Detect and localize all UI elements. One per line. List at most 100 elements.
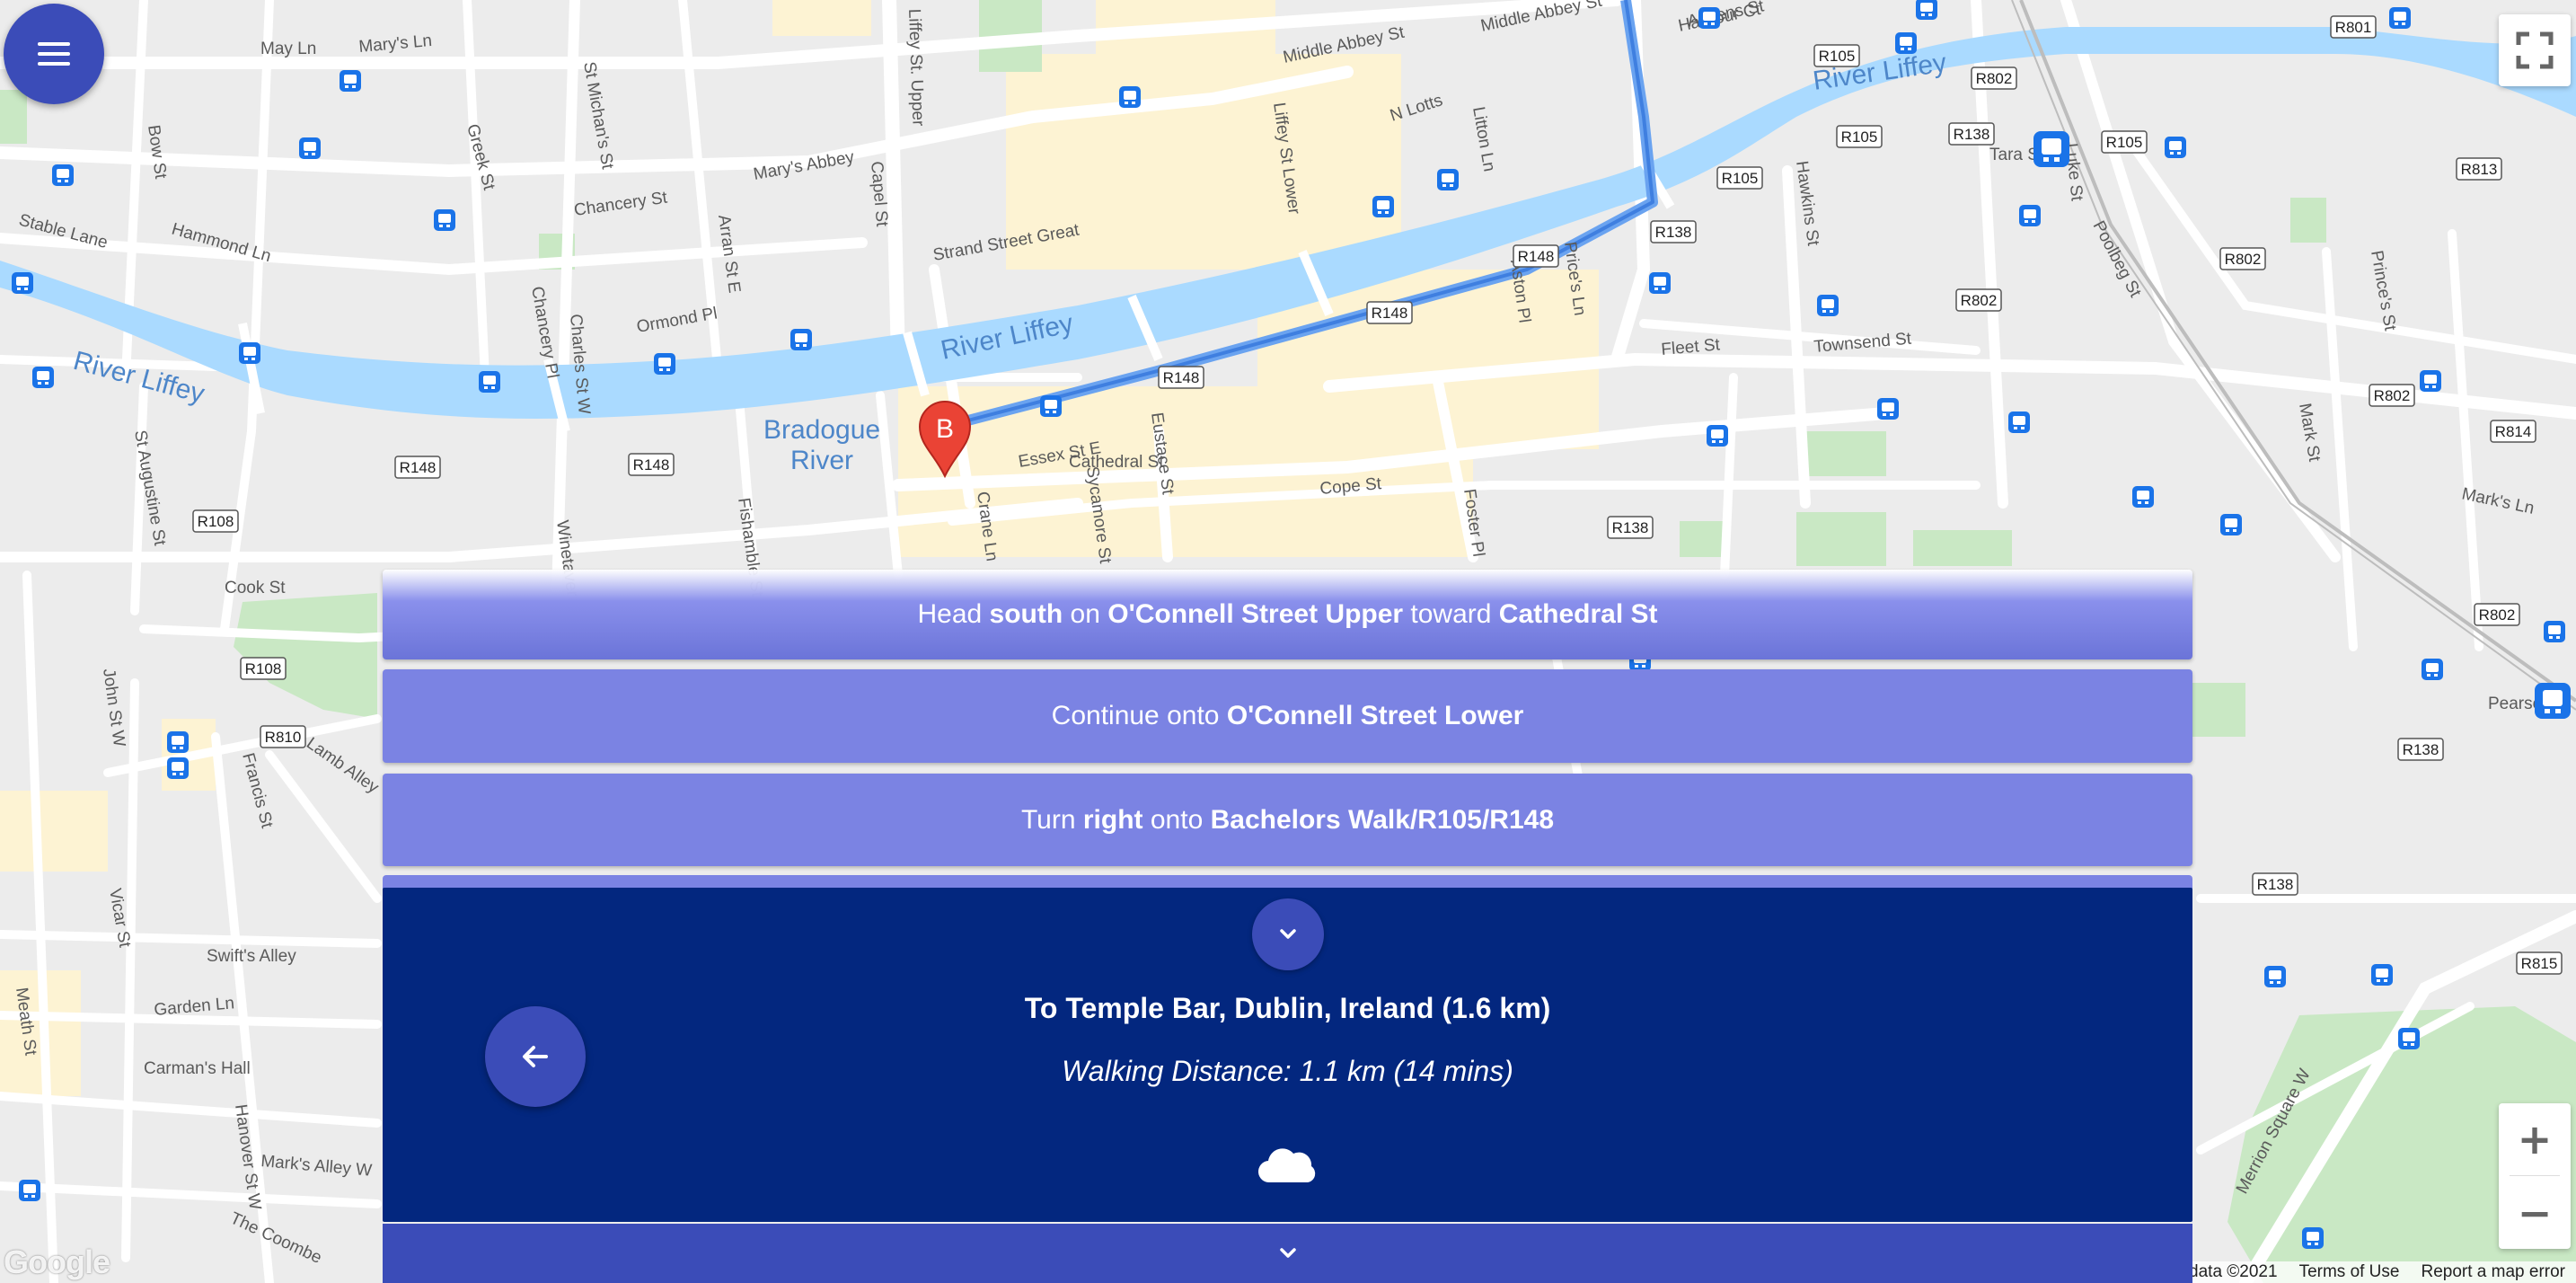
svg-text:R148: R148 xyxy=(1518,248,1555,265)
route-shield: R105 xyxy=(2101,130,2148,154)
bus-stop-icon[interactable] xyxy=(1372,196,1394,217)
route-summary-panel: To Temple Bar, Dublin, Ireland (1.6 km) … xyxy=(383,888,2192,1222)
svg-text:R813: R813 xyxy=(2461,161,2498,178)
cloud-icon xyxy=(1257,1148,1316,1183)
direction-step-2[interactable]: Continue onto O'Connell Street Lower xyxy=(383,669,2192,763)
svg-text:R108: R108 xyxy=(198,513,234,530)
bus-stop-icon[interactable] xyxy=(434,209,455,231)
bus-stop-icon[interactable] xyxy=(2264,966,2286,987)
bus-stop-icon[interactable] xyxy=(2019,205,2041,226)
bus-stop-icon[interactable] xyxy=(2371,964,2393,986)
chevron-down-icon xyxy=(1279,1248,1296,1258)
bus-stop-icon[interactable] xyxy=(1817,295,1839,316)
river-label: Bradogue xyxy=(763,415,880,445)
route-shield: R138 xyxy=(1650,220,1697,243)
bus-stop-icon[interactable] xyxy=(167,731,189,753)
route-shield: R810 xyxy=(260,725,306,748)
destination-title: To Temple Bar, Dublin, Ireland (1.6 km) xyxy=(1024,992,1551,1024)
bus-stop-icon[interactable] xyxy=(2165,137,2186,158)
route-shield: R802 xyxy=(1955,288,2002,312)
street-label: Carman's Hall xyxy=(144,1059,251,1078)
bus-stop-icon[interactable] xyxy=(2389,7,2411,29)
arrow-left-icon xyxy=(523,1046,548,1067)
bus-stop-icon[interactable] xyxy=(2544,621,2565,642)
direction-step-1[interactable]: Head south on O'Connell Street Upper tow… xyxy=(383,570,2192,659)
bus-stop-icon[interactable] xyxy=(19,1180,40,1201)
bus-stop-icon[interactable] xyxy=(1698,7,1720,29)
bus-stop-icon[interactable] xyxy=(32,367,54,388)
bus-stop-icon[interactable] xyxy=(239,342,260,364)
svg-text:R105: R105 xyxy=(1819,48,1856,65)
street-label: Cathedral St xyxy=(1069,453,1164,472)
svg-text:R802: R802 xyxy=(2479,606,2516,624)
svg-text:R105: R105 xyxy=(1722,170,1759,187)
marker-label: B xyxy=(936,414,954,444)
route-shield: R148 xyxy=(394,456,441,479)
bus-stop-icon[interactable] xyxy=(2420,370,2441,392)
fullscreen-button[interactable] xyxy=(2499,14,2571,86)
bus-stop-icon[interactable] xyxy=(1895,32,1917,54)
street-label: Cook St xyxy=(225,579,286,597)
bus-stop-icon[interactable] xyxy=(790,329,812,350)
report-error-link[interactable]: Report a map error xyxy=(2410,1262,2576,1282)
bus-stop-icon[interactable] xyxy=(1437,169,1459,190)
svg-text:R810: R810 xyxy=(265,729,302,746)
svg-text:R108: R108 xyxy=(245,660,282,677)
zoom-in-button[interactable]: + xyxy=(2499,1103,2571,1175)
direction-step-3[interactable]: Turn right onto Bachelors Walk/R105/R148 xyxy=(383,774,2192,866)
bus-stop-icon[interactable] xyxy=(654,353,675,375)
train-station-icon[interactable] xyxy=(2033,131,2069,167)
svg-text:R148: R148 xyxy=(1163,369,1200,386)
walking-distance: Walking Distance: 1.1 km (14 mins) xyxy=(1062,1055,1513,1087)
expand-panel-bar[interactable] xyxy=(383,1224,2192,1283)
bus-stop-icon[interactable] xyxy=(340,70,361,92)
route-shield: R138 xyxy=(2397,738,2444,761)
bus-stop-icon[interactable] xyxy=(1649,272,1671,294)
bus-stop-icon[interactable] xyxy=(52,164,74,186)
bus-stop-icon[interactable] xyxy=(1707,425,1728,447)
bus-stop-icon[interactable] xyxy=(167,757,189,779)
bus-stop-icon[interactable] xyxy=(479,371,500,393)
route-shield: R148 xyxy=(1513,244,1559,268)
bus-stop-icon[interactable] xyxy=(1119,86,1141,108)
route-shield: R148 xyxy=(1366,301,1413,324)
route-shield: R802 xyxy=(2219,247,2266,270)
svg-text:R814: R814 xyxy=(2495,423,2532,440)
street-label: Pearse xyxy=(2488,695,2542,713)
svg-text:R138: R138 xyxy=(1655,224,1692,241)
route-shield: R108 xyxy=(240,657,287,680)
route-shield: R108 xyxy=(192,509,239,533)
back-button[interactable] xyxy=(485,1006,586,1107)
bus-stop-icon[interactable] xyxy=(2398,1028,2420,1049)
svg-text:R138: R138 xyxy=(2257,876,2294,893)
terms-link[interactable]: Terms of Use xyxy=(2289,1262,2411,1282)
menu-icon xyxy=(38,42,70,46)
zoom-out-button[interactable]: − xyxy=(2499,1177,2571,1249)
collapse-directions-button[interactable] xyxy=(1252,898,1324,970)
svg-text:R802: R802 xyxy=(2374,387,2411,404)
bus-stop-icon[interactable] xyxy=(2132,486,2154,508)
svg-text:R148: R148 xyxy=(400,459,437,476)
menu-button[interactable] xyxy=(4,4,104,104)
svg-text:R802: R802 xyxy=(1961,292,1998,309)
map-attribution: Map data ©2021 Terms of Use Report a map… xyxy=(2139,1261,2576,1283)
bus-stop-icon[interactable] xyxy=(2302,1227,2324,1249)
bus-stop-icon[interactable] xyxy=(2008,411,2030,433)
svg-text:R138: R138 xyxy=(1612,519,1649,536)
svg-text:R802: R802 xyxy=(2225,251,2262,268)
bus-stop-icon[interactable] xyxy=(1040,395,1062,417)
bus-stop-icon[interactable] xyxy=(1877,398,1899,420)
fullscreen-icon xyxy=(2516,31,2554,69)
route-shield: R105 xyxy=(1716,166,1763,190)
route-shield: R802 xyxy=(2369,384,2415,407)
train-station-icon[interactable] xyxy=(2535,683,2571,719)
bus-stop-icon[interactable] xyxy=(2220,514,2242,535)
chevron-down-icon xyxy=(1280,929,1296,939)
route-shield: R802 xyxy=(1971,66,2017,90)
bus-stop-icon[interactable] xyxy=(1916,0,1937,20)
bus-stop-icon[interactable] xyxy=(299,137,321,159)
svg-text:R801: R801 xyxy=(2335,19,2372,36)
bus-stop-icon[interactable] xyxy=(12,272,33,294)
bus-stop-icon[interactable] xyxy=(2422,659,2443,680)
route-shield: R801 xyxy=(2330,15,2377,39)
